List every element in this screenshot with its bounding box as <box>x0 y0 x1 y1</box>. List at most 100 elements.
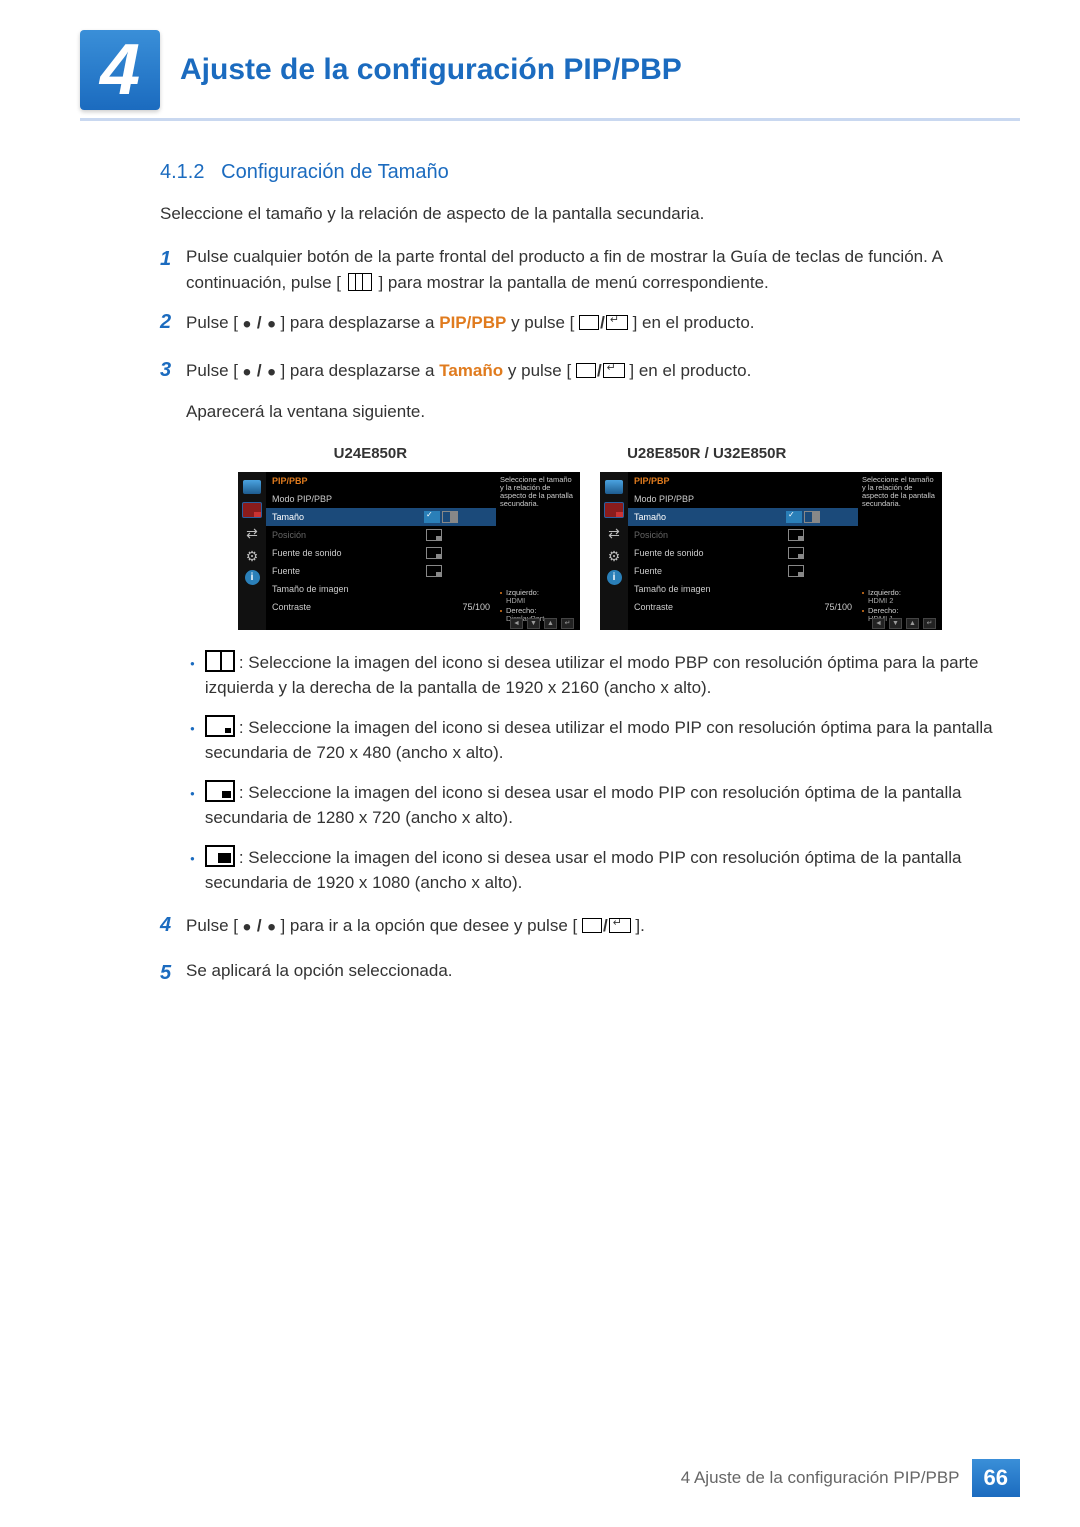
bullet-pip-large: ● : Seleccione la imagen del icono si de… <box>190 845 1020 896</box>
osd-nav-icons: ◄ ▼ ▲ ↵ <box>510 618 574 629</box>
step-1: 1 Pulse cualquier botón de la parte fron… <box>160 244 1020 295</box>
slash-icon: / <box>597 361 602 380</box>
info-tab-icon: i <box>607 570 622 585</box>
step-body: Pulse [ • / • ] para desplazarse a Tamañ… <box>186 355 751 425</box>
help-text: Seleccione el tamaño y la relación de as… <box>862 476 938 509</box>
menu-button-icon <box>348 273 372 291</box>
gear-tab-icon: ⚙ <box>605 548 623 562</box>
osd-row-mode: Modo PIP/PBP <box>628 490 858 508</box>
pos-br-icon <box>426 565 442 577</box>
arrows-tab-icon: ⇄ <box>605 526 623 540</box>
osd-title: PIP/PBP <box>266 472 496 490</box>
nav-up-icon: ▲ <box>544 618 557 629</box>
bullet-pip-medium: ● : Seleccione la imagen del icono si de… <box>190 780 1020 831</box>
osd-sidebar: ⇄ ⚙ i <box>238 472 266 630</box>
slash-icon: / <box>603 916 608 935</box>
label: Tamaño <box>272 512 424 522</box>
osd-help-panel: Seleccione el tamaño y la relación de as… <box>496 472 580 630</box>
text: Pulse [ <box>186 313 238 332</box>
text: ] para ir a la opción que desee y pulse … <box>280 916 577 935</box>
label: Contraste <box>272 602 424 612</box>
step-body: Se aplicará la opción seleccionada. <box>186 958 453 988</box>
text: Pulse [ <box>186 916 238 935</box>
bullet-text: : Seleccione la imagen del icono si dese… <box>205 718 993 763</box>
osd-row-position: Posición <box>266 526 496 544</box>
model-right: U28E850R / U32E850R <box>627 445 786 462</box>
rect-button-icon <box>576 363 596 378</box>
text: y pulse [ <box>508 361 571 380</box>
dot-down-icon: • <box>267 914 275 941</box>
text: ] para mostrar la pantalla de menú corre… <box>378 273 768 292</box>
pip-small-icon <box>205 715 235 737</box>
intro-text: Seleccione el tamaño y la relación de as… <box>160 204 1020 224</box>
text: Pulse [ <box>186 361 238 380</box>
rect-button-icon <box>579 315 599 330</box>
picture-tab-icon <box>605 480 623 494</box>
bullet-pip-small: ● : Seleccione la imagen del icono si de… <box>190 715 1020 766</box>
pos-br-icon <box>788 565 804 577</box>
steps-list: 1 Pulse cualquier botón de la parte fron… <box>160 244 1020 425</box>
steps-continued: 4 Pulse [ • / • ] para ir a la opción qu… <box>160 910 1020 988</box>
page-number-badge: 66 <box>972 1459 1020 1497</box>
chapter-number-badge: 4 <box>80 30 160 110</box>
section-heading: 4.1.2 Configuración de Tamaño <box>160 161 1020 184</box>
pos-br-icon <box>788 547 804 559</box>
step-4: 4 Pulse [ • / • ] para ir a la opción qu… <box>160 910 1020 946</box>
dot-up-icon: • <box>243 914 251 941</box>
help-left-sub: HDMI 2 <box>868 596 893 605</box>
label: Fuente <box>272 566 424 576</box>
osd-row-contrast: Contraste75/100 <box>266 598 496 616</box>
bullet-text: : Seleccione la imagen del icono si dese… <box>205 653 979 698</box>
osd-rows: Modo PIP/PBP Tamaño Posición Fuente de s… <box>628 490 858 616</box>
osd-main: PIP/PBP Modo PIP/PBP Tamaño Posición Fue… <box>266 472 496 630</box>
label: Fuente <box>634 566 786 576</box>
osd-row-size: Tamaño <box>266 508 496 526</box>
pip-medium-icon <box>205 780 235 802</box>
label: Modo PIP/PBP <box>634 494 786 504</box>
dot-up-icon: • <box>243 311 251 338</box>
osd-row-mode: Modo PIP/PBP <box>266 490 496 508</box>
pip-tab-icon <box>604 502 624 518</box>
nav-left-icon: ◄ <box>510 618 523 629</box>
chapter-title: Ajuste de la configuración PIP/PBP <box>180 53 682 87</box>
osd-row-imgsize: Tamaño de imagen <box>628 580 858 598</box>
model-left: U24E850R <box>334 445 407 462</box>
page: 4 Ajuste de la configuración PIP/PBP 4.1… <box>0 0 1080 1527</box>
nav-down-icon: ▼ <box>889 618 902 629</box>
step-body: Pulse [ • / • ] para ir a la opción que … <box>186 910 645 946</box>
nav-enter-icon: ↵ <box>561 618 574 629</box>
pbp-split-icon <box>205 650 235 672</box>
osd-help-panel: Seleccione el tamaño y la relación de as… <box>858 472 942 630</box>
help-text: Seleccione el tamaño y la relación de as… <box>500 476 576 509</box>
osd-left: ⇄ ⚙ i PIP/PBP Modo PIP/PBP Tamaño Posici… <box>238 472 580 630</box>
step-2: 2 Pulse [ • / • ] para desplazarse a PIP… <box>160 307 1020 343</box>
slash-icon: / <box>600 313 605 332</box>
gear-tab-icon: ⚙ <box>243 548 261 562</box>
osd-nav-icons: ◄ ▼ ▲ ↵ <box>872 618 936 629</box>
text: ] para desplazarse a <box>280 361 439 380</box>
section-number: 4.1.2 <box>160 161 204 183</box>
nav-left-icon: ◄ <box>872 618 885 629</box>
osd-rows: Modo PIP/PBP Tamaño Posición Fuente de s… <box>266 490 496 616</box>
dot-down-icon: • <box>267 311 275 338</box>
bullet-pbp-split: ● : Seleccione la imagen del icono si de… <box>190 650 1020 701</box>
osd-title: PIP/PBP <box>628 472 858 490</box>
osd-row-sound: Fuente de sonido <box>266 544 496 562</box>
highlight-tamano: Tamaño <box>439 361 503 380</box>
dot-down-icon: • <box>267 359 275 386</box>
step-3: 3 Pulse [ • / • ] para desplazarse a Tam… <box>160 355 1020 425</box>
osd-row: ⇄ ⚙ i PIP/PBP Modo PIP/PBP Tamaño Posici… <box>160 472 1020 630</box>
contrast-value: 75/100 <box>786 602 852 612</box>
step-number: 3 <box>160 355 186 425</box>
info-tab-icon: i <box>245 570 260 585</box>
osd-row-source: Fuente <box>628 562 858 580</box>
arrows-tab-icon: ⇄ <box>243 526 261 540</box>
label: Fuente de sonido <box>634 548 786 558</box>
step-body: Pulse cualquier botón de la parte fronta… <box>186 244 1020 295</box>
check-icon <box>424 511 440 523</box>
pos-br-icon <box>426 547 442 559</box>
rect-button-icon <box>582 918 602 933</box>
size-options-list: ● : Seleccione la imagen del icono si de… <box>190 650 1020 896</box>
text: y pulse [ <box>511 313 574 332</box>
picture-tab-icon <box>243 480 261 494</box>
